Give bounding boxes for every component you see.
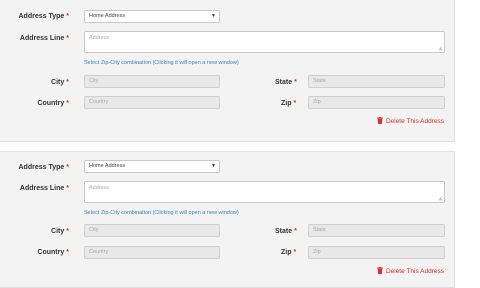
address-type-label: Address Type * xyxy=(18,164,69,171)
zip-placeholder: Zip xyxy=(313,99,321,105)
required-marker: * xyxy=(294,79,297,86)
city-label: City * xyxy=(51,228,69,235)
zip-label: Zip * xyxy=(281,100,297,107)
required-marker: * xyxy=(66,164,69,171)
city-placeholder: City xyxy=(89,78,99,84)
state-placeholder: State xyxy=(313,227,326,233)
zip-label: Zip * xyxy=(281,249,297,256)
address-panel-2: Address Type * Home Address ▼ Address Lin… xyxy=(0,151,455,288)
resize-grip-icon[interactable]: ∡ xyxy=(439,197,443,202)
address-line-input[interactable]: Address ∡ xyxy=(84,181,445,203)
delete-label: Delete This Address xyxy=(385,118,444,125)
zip-city-link[interactable]: Select Zip-City combination (Clicking it… xyxy=(84,60,239,66)
state-input[interactable]: State xyxy=(308,224,445,237)
address-type-value: Home Address xyxy=(89,163,126,169)
address-type-select[interactable]: Home Address ▼ xyxy=(84,160,220,173)
chevron-down-icon: ▼ xyxy=(211,13,216,19)
address-line-placeholder: Address xyxy=(89,35,110,41)
country-label: Country * xyxy=(37,249,69,256)
resize-grip-icon[interactable]: ∡ xyxy=(439,47,443,52)
address-line-label: Address Line * xyxy=(19,35,69,42)
required-marker: * xyxy=(66,249,69,256)
address-type-select[interactable]: Home Address ▼ xyxy=(84,10,220,23)
trash-icon xyxy=(376,117,383,124)
required-marker: * xyxy=(66,100,69,107)
city-label: City * xyxy=(51,79,69,86)
country-input[interactable]: Country xyxy=(84,96,220,109)
chevron-down-icon: ▼ xyxy=(211,163,216,169)
required-marker: * xyxy=(66,79,69,86)
required-marker: * xyxy=(66,185,69,192)
zip-input[interactable]: Zip xyxy=(308,246,445,259)
country-placeholder: Country xyxy=(89,249,109,255)
state-label: State * xyxy=(275,79,297,86)
trash-icon xyxy=(376,267,383,274)
state-input[interactable]: State xyxy=(308,75,445,88)
address-panel-1: Address Type * Home Address ▼ Address Lin… xyxy=(0,0,455,142)
address-type-value: Home Address xyxy=(89,13,126,19)
country-label: Country * xyxy=(37,100,69,107)
address-line-input[interactable]: Address ∡ xyxy=(84,31,445,53)
state-label: State * xyxy=(275,228,297,235)
city-input[interactable]: City xyxy=(84,75,220,88)
address-line-label: Address Line * xyxy=(19,185,69,192)
address-type-label: Address Type * xyxy=(18,13,69,20)
required-marker: * xyxy=(66,13,69,20)
address-line-placeholder: Address xyxy=(89,185,110,191)
country-placeholder: Country xyxy=(89,99,109,105)
required-marker: * xyxy=(294,228,297,235)
country-input[interactable]: Country xyxy=(84,246,220,259)
city-input[interactable]: City xyxy=(84,224,220,237)
zip-city-link[interactable]: Select Zip-City combination (Clicking it… xyxy=(84,210,239,216)
required-marker: * xyxy=(293,249,297,256)
required-marker: * xyxy=(293,100,297,107)
required-marker: * xyxy=(66,35,69,42)
required-marker: * xyxy=(66,228,69,235)
city-placeholder: City xyxy=(89,227,99,233)
zip-input[interactable]: Zip xyxy=(308,96,445,109)
delete-address-button[interactable]: Delete This Address xyxy=(376,267,444,276)
delete-label: Delete This Address xyxy=(385,268,444,275)
delete-address-button[interactable]: Delete This Address xyxy=(376,117,444,126)
zip-placeholder: Zip xyxy=(313,249,321,255)
state-placeholder: State xyxy=(313,78,326,84)
